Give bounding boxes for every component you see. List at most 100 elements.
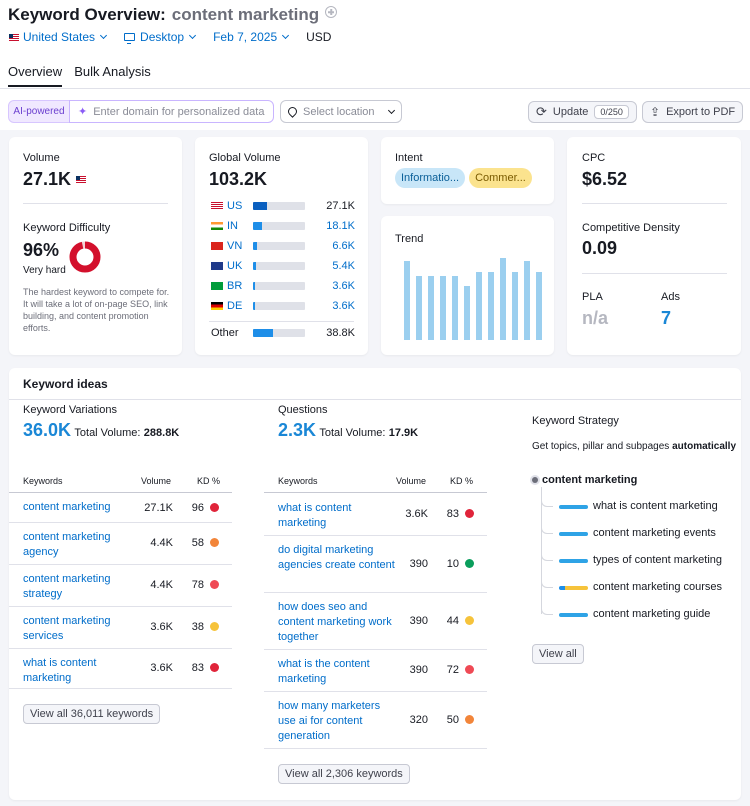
date-selector[interactable]: Feb 7, 2025 (213, 30, 290, 44)
col-keywords[interactable]: Keywords (23, 476, 63, 486)
keyword-kd: 72 (436, 664, 474, 676)
intent-commercial-tag: Commer... (469, 168, 532, 188)
keyword-link[interactable]: content marketing agency (23, 530, 143, 560)
divider (582, 203, 727, 204)
location-select[interactable]: Select location (280, 100, 402, 123)
col-volume[interactable]: Volume (396, 476, 426, 486)
view-all-variations-button[interactable]: View all 36,011 keywords (23, 704, 161, 724)
country-selector[interactable]: United States (9, 30, 108, 44)
country-row-br: BR 3.6K (211, 279, 355, 293)
table-row: what is the content marketing 390 72 (264, 650, 487, 692)
col-kd[interactable]: KD % (197, 476, 220, 486)
strategy-subpage[interactable]: content marketing guide (593, 608, 710, 620)
kd-indicator-icon (465, 509, 474, 518)
strategy-subpage[interactable]: types of content marketing (593, 554, 722, 566)
keyword-link[interactable]: how does seo and content marketing work … (278, 600, 398, 645)
title-keyword: content marketing (171, 5, 320, 24)
country-share-bar (253, 222, 305, 230)
pillar-node-icon (532, 477, 538, 483)
keyword-link[interactable]: content marketing services (23, 614, 143, 644)
trend-bar (428, 276, 434, 340)
keyword-link[interactable]: how many marketers use ai for content ge… (278, 699, 398, 744)
br-flag-icon (211, 282, 223, 290)
country-volume: 27.1K (326, 200, 355, 212)
country-row-in: IN 18.1K (211, 219, 355, 233)
trend-bar (404, 261, 410, 340)
strategy-subpage[interactable]: content marketing events (593, 527, 716, 539)
country-share-bar (253, 282, 305, 290)
global-volume-value: 103.2K (209, 169, 268, 189)
trend-bar (488, 271, 494, 340)
strategy-subpage[interactable]: what is content marketing (593, 500, 718, 512)
trend-bar-chart (404, 258, 549, 340)
device-selector[interactable]: Desktop (124, 30, 197, 44)
location-pin-icon (286, 105, 299, 118)
view-all-questions-button[interactable]: View all 2,306 keywords (278, 764, 410, 784)
country-share-bar (253, 242, 305, 250)
variations-summary: 36.0K Total Volume: 288.8K (23, 420, 179, 441)
trend-bar (416, 276, 422, 340)
kd-value: 10 (446, 557, 459, 570)
desktop-icon (124, 33, 136, 44)
variations-title: Keyword Variations (23, 404, 117, 416)
table-row: what is content marketing 3.6K 83 (9, 649, 232, 689)
keyword-kd: 10 (436, 558, 474, 570)
chevron-down-icon (189, 31, 197, 40)
kd-value: 72 (446, 664, 459, 676)
refresh-icon: ⟳ (536, 104, 547, 119)
keyword-link[interactable]: content marketing (23, 500, 143, 515)
subpage-volume-bar (559, 613, 588, 617)
variations-total-value: 288.8K (143, 427, 180, 439)
keyword-link[interactable]: do digital marketing agencies create con… (278, 543, 398, 573)
table-row: content marketing services 3.6K 38 (9, 607, 232, 649)
kd-value: 58 (191, 537, 204, 549)
filters-bar: United States Desktop Feb 7, 2025 USD (9, 30, 331, 44)
sparkle-icon: ✦ (78, 106, 88, 118)
col-volume[interactable]: Volume (141, 476, 171, 486)
keyword-volume: 320 (409, 713, 428, 726)
tab-bulk-analysis[interactable]: Bulk Analysis (74, 64, 151, 87)
keyword-link[interactable]: what is content marketing (278, 501, 398, 531)
view-all-strategy-button[interactable]: View all (532, 644, 584, 664)
add-to-list-icon[interactable] (325, 6, 338, 18)
country-code: BR (227, 280, 243, 292)
intent-card: Intent Informatio... Commer... (381, 137, 554, 204)
variations-count[interactable]: 36.0K (23, 420, 71, 440)
strategy-pillar[interactable]: content marketing (542, 474, 637, 486)
kd-description: The hardest keyword to compete for. It w… (23, 287, 170, 333)
col-kd[interactable]: KD % (450, 476, 473, 486)
keyword-volume: 390 (409, 664, 428, 676)
questions-total-label: Total Volume: (319, 427, 386, 439)
country-row-de: DE 3.6K (211, 299, 355, 313)
trend-bar (500, 258, 506, 340)
divider (582, 273, 727, 274)
us-flag-icon (9, 34, 19, 41)
tab-overview[interactable]: Overview (8, 64, 63, 87)
country-share-fill (253, 242, 257, 250)
kd-indicator-icon (210, 663, 219, 672)
domain-input[interactable]: ✦ Enter domain for personalized data (69, 100, 274, 123)
keyword-link[interactable]: content marketing strategy (23, 572, 143, 602)
keyword-link[interactable]: what is the content marketing (278, 657, 398, 687)
country-share-bar (253, 262, 305, 270)
country-share-fill (253, 282, 256, 290)
questions-table-header: Keywords Volume KD % (264, 473, 487, 493)
keyword-kd: 78 (181, 579, 219, 591)
kd-value: 78 (191, 579, 204, 591)
update-button[interactable]: ⟳ Update 0/250 (528, 101, 637, 123)
keyword-volume: 3.6K (150, 662, 173, 674)
questions-count[interactable]: 2.3K (278, 420, 316, 440)
col-keywords[interactable]: Keywords (278, 476, 318, 486)
uk-flag-icon (211, 262, 223, 270)
de-flag-icon (211, 302, 223, 310)
kd-value: 83 (446, 508, 459, 520)
keyword-ideas-title: Keyword ideas (23, 377, 108, 391)
export-pdf-button[interactable]: ⇪ Export to PDF (642, 101, 744, 123)
location-placeholder: Select location (303, 105, 375, 118)
strategy-subpage[interactable]: content marketing courses (593, 581, 722, 593)
keyword-volume: 4.4K (150, 537, 173, 549)
keyword-link[interactable]: what is content marketing (23, 656, 143, 686)
country-row-us: US 27.1K (211, 199, 355, 213)
currency-label: USD (306, 30, 332, 44)
subpage-volume-bar (559, 505, 588, 509)
